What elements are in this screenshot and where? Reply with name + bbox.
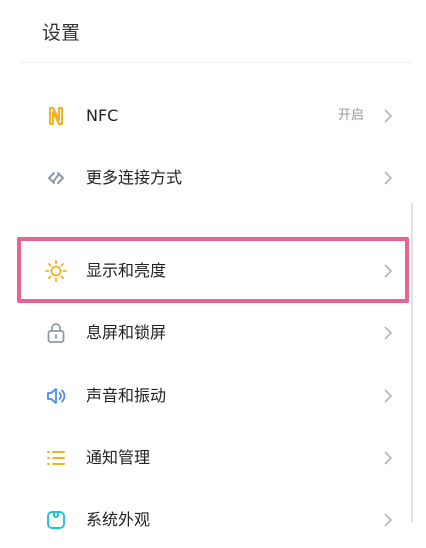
lock-icon <box>44 321 68 345</box>
chevron-right-icon <box>380 450 396 466</box>
settings-item-label: 息屏和锁屏 <box>86 323 167 342</box>
settings-item-label: 声音和振动 <box>86 386 167 405</box>
list-icon <box>44 446 68 470</box>
header-divider <box>20 62 412 63</box>
settings-item-label: 系统外观 <box>86 510 151 529</box>
chevron-right-icon <box>380 512 396 528</box>
chevron-right-icon <box>380 108 396 124</box>
chevron-right-icon <box>380 170 396 186</box>
page-title: 设置 <box>42 22 81 44</box>
settings-item-label: 通知管理 <box>86 448 151 467</box>
appearance-icon <box>44 508 68 532</box>
settings-item-system-appearance[interactable]: 系统外观 <box>0 492 426 548</box>
settings-item-more-connections[interactable]: 更多连接方式 <box>0 150 426 206</box>
speaker-icon <box>44 384 68 408</box>
link-icon <box>44 166 68 190</box>
highlight-box <box>17 237 409 303</box>
scrollbar[interactable] <box>411 203 413 523</box>
chevron-right-icon <box>380 325 396 341</box>
chevron-right-icon <box>380 388 396 404</box>
settings-item-screen-lock[interactable]: 息屏和锁屏 <box>0 305 426 361</box>
settings-item-notifications[interactable]: 通知管理 <box>0 430 426 486</box>
settings-item-sound-vibration[interactable]: 声音和振动 <box>0 368 426 424</box>
settings-item-label: NFC <box>86 106 119 125</box>
settings-item-nfc[interactable]: NFC 开启 <box>0 88 426 144</box>
nfc-icon <box>44 104 68 128</box>
settings-item-label: 更多连接方式 <box>86 168 183 187</box>
nfc-status-value: 开启 <box>337 108 364 123</box>
